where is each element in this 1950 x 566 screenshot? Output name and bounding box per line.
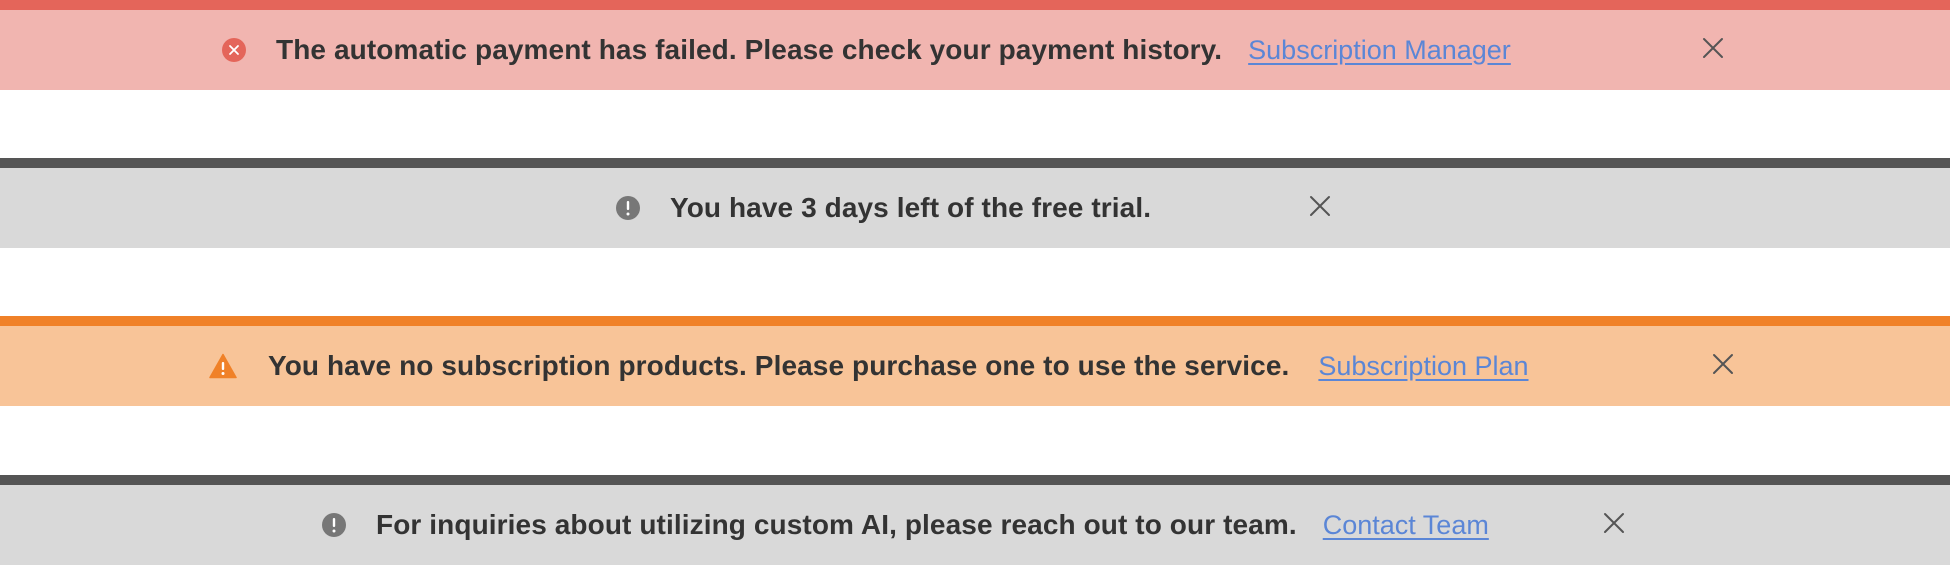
subscription-manager-link[interactable]: Subscription Manager <box>1248 35 1511 66</box>
banner-accent-bar <box>0 158 1950 168</box>
close-icon <box>1702 37 1724 64</box>
banner-message: You have 3 days left of the free trial. <box>670 192 1152 223</box>
info-circle-icon <box>320 511 348 539</box>
subscription-plan-link[interactable]: Subscription Plan <box>1318 351 1528 382</box>
banner-body: The automatic payment has failed. Please… <box>0 10 1950 90</box>
close-button[interactable] <box>1599 485 1629 565</box>
close-button[interactable] <box>1698 10 1728 90</box>
banner-body: For inquiries about utilizing custom AI,… <box>0 485 1950 565</box>
info-banner: You have 3 days left of the free trial. <box>0 158 1950 248</box>
banner-body: You have 3 days left of the free trial. <box>0 168 1950 248</box>
info-circle-icon <box>614 194 642 222</box>
contact-team-link[interactable]: Contact Team <box>1323 510 1489 541</box>
banner-message: The automatic payment has failed. Please… <box>276 34 1223 65</box>
banner-accent-bar <box>0 475 1950 485</box>
close-icon <box>1712 353 1734 380</box>
warning-triangle-icon <box>209 352 237 380</box>
banner-message: You have no subscription products. Pleas… <box>268 350 1290 381</box>
banner-accent-bar <box>0 316 1950 326</box>
warning-banner: You have no subscription products. Pleas… <box>0 316 1950 406</box>
close-icon <box>1603 512 1625 539</box>
close-button[interactable] <box>1305 168 1335 248</box>
close-button[interactable] <box>1708 326 1738 406</box>
banner-accent-bar <box>0 0 1950 10</box>
banner-body: You have no subscription products. Pleas… <box>0 326 1950 406</box>
error-banner: The automatic payment has failed. Please… <box>0 0 1950 90</box>
banner-message: For inquiries about utilizing custom AI,… <box>376 509 1297 540</box>
close-icon <box>1309 195 1331 222</box>
info-banner: For inquiries about utilizing custom AI,… <box>0 475 1950 565</box>
error-circle-icon <box>220 36 248 64</box>
